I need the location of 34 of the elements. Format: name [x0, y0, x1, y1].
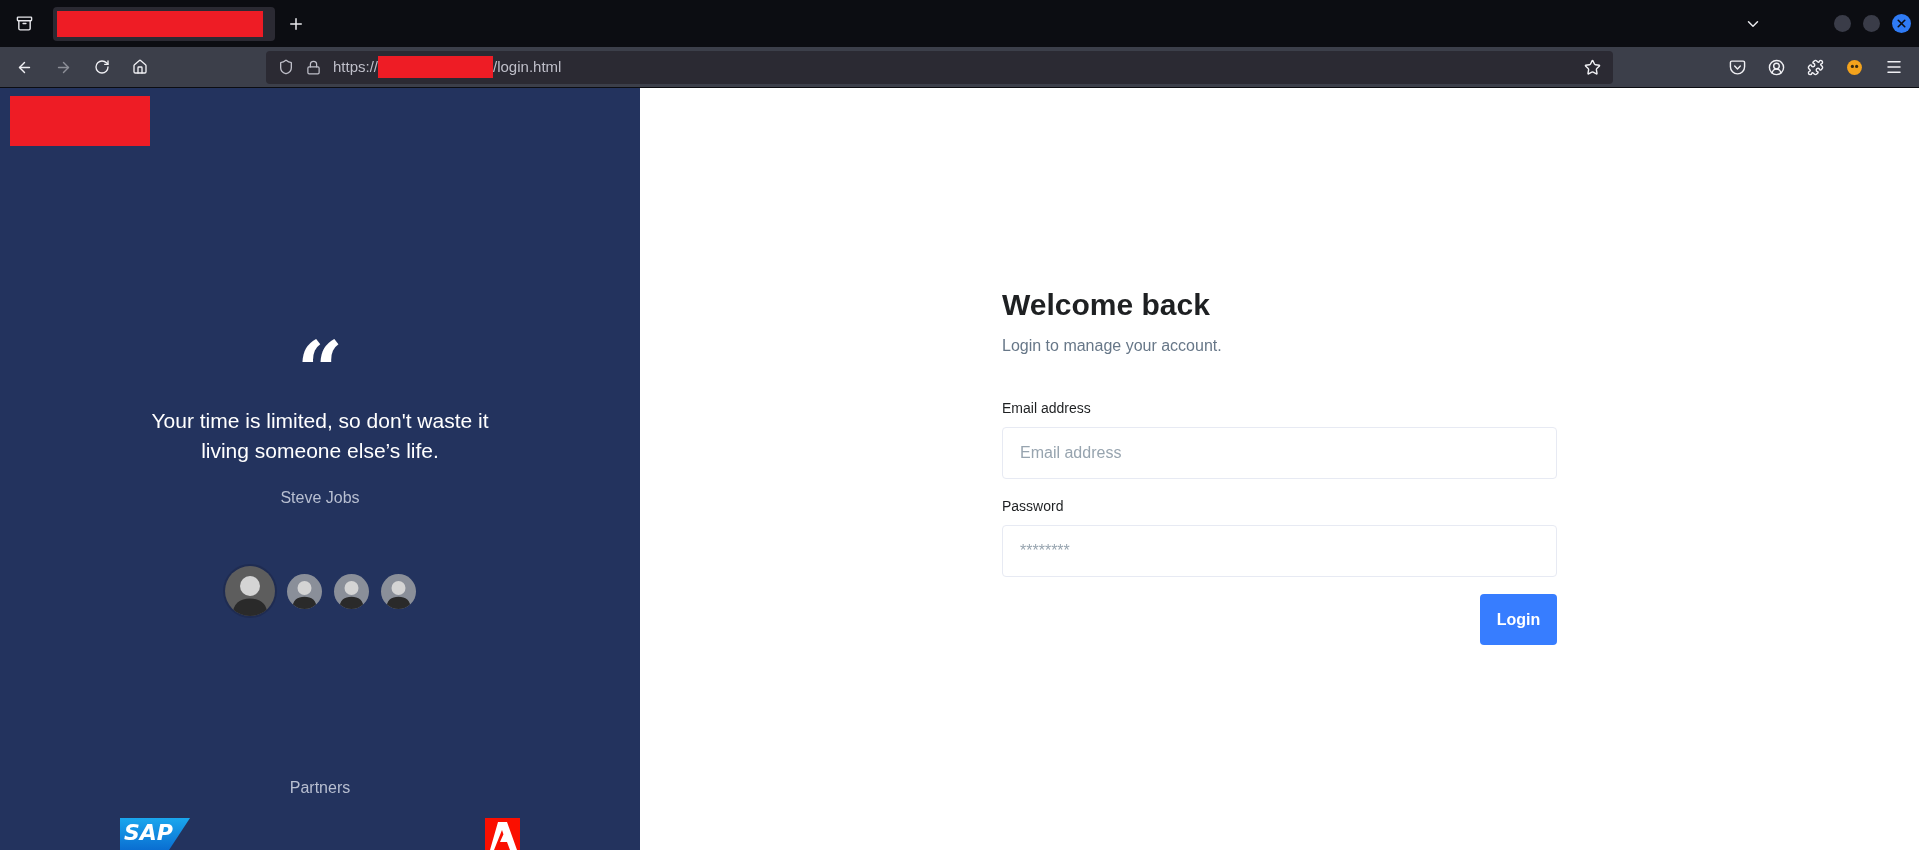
tab-list-icon[interactable]: [16, 15, 33, 32]
page-title: Welcome back: [1002, 287, 1211, 323]
bookmark-star-icon[interactable]: [1584, 58, 1601, 76]
account-icon[interactable]: [1768, 58, 1785, 76]
partners-title: Partners: [289, 778, 351, 798]
avatar[interactable]: [333, 573, 369, 609]
page-subtitle: Login to manage your account.: [1002, 336, 1223, 356]
partner-logo: [485, 818, 520, 850]
field-label: Password: [1002, 497, 1065, 516]
extensions-icon[interactable]: [1807, 58, 1824, 76]
quote-text: Your time is limited, so don't waste it living someone else’s life.: [150, 408, 490, 464]
quote-author: Steve Jobs: [280, 488, 360, 508]
pocket-icon[interactable]: [1729, 58, 1746, 76]
menu-icon[interactable]: [1885, 58, 1903, 76]
field-label: Email address: [1002, 399, 1092, 418]
shield-icon[interactable]: [278, 59, 294, 75]
avatar[interactable]: [224, 566, 275, 616]
avatar[interactable]: [286, 573, 322, 609]
avatar[interactable]: [380, 573, 416, 609]
close-button[interactable]: [1892, 14, 1911, 33]
login-button[interactable]: Login: [1480, 594, 1557, 645]
partner-logo: SAP: [120, 818, 190, 850]
lock-icon[interactable]: [306, 59, 321, 75]
reload-icon[interactable]: [94, 59, 110, 75]
browser-tab[interactable]: [53, 6, 275, 41]
close-icon: [1895, 17, 1908, 30]
quote-mark: “: [297, 332, 343, 376]
home-icon[interactable]: [132, 59, 148, 75]
extension-icon[interactable]: [1846, 58, 1863, 76]
input-field[interactable]: Email address: [1002, 427, 1557, 479]
url-text: /login.html: [493, 56, 562, 77]
input-field[interactable]: ********: [1002, 525, 1557, 577]
url-text: https://: [333, 56, 379, 77]
address-bar[interactable]: https:// /login.html: [266, 50, 1613, 84]
